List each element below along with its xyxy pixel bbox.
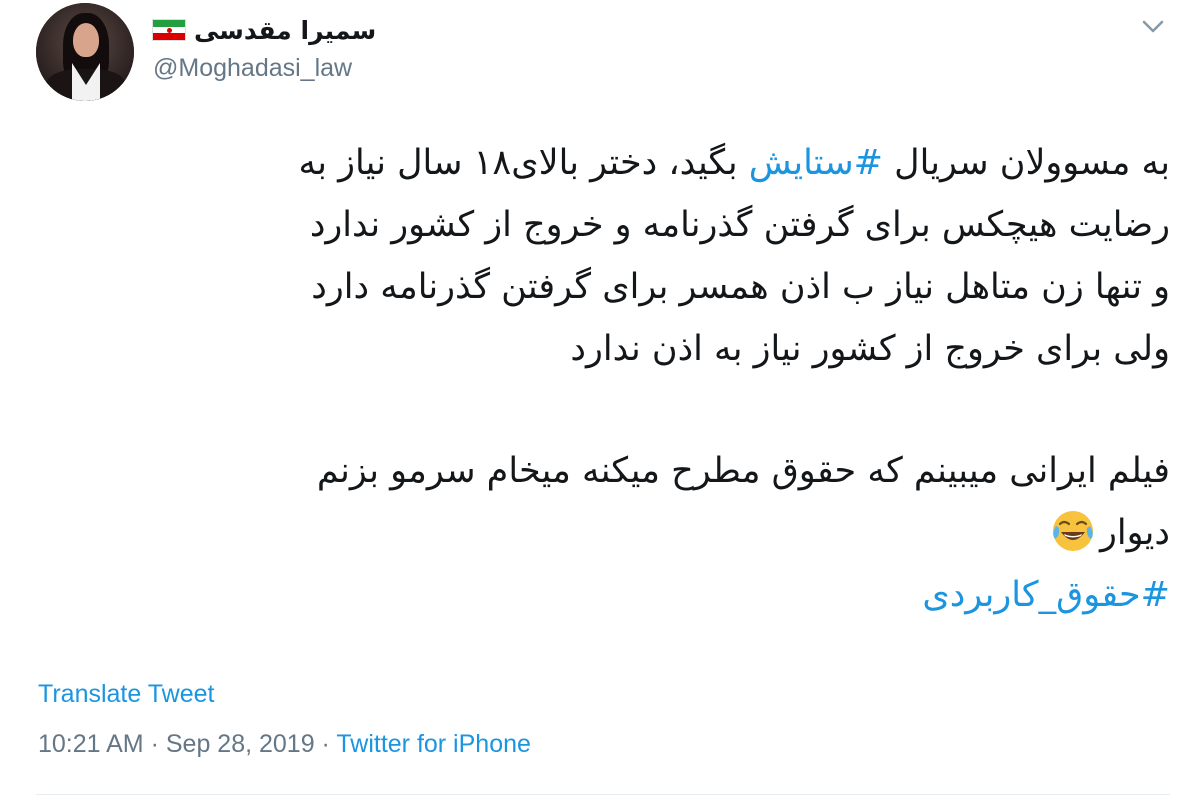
author-name-row[interactable]: سمیرا مقدسی <box>152 12 376 48</box>
tweet-card: سمیرا مقدسی @Moghadasi_law به مسوولان سر… <box>0 0 1200 800</box>
avatar[interactable] <box>36 3 134 101</box>
display-name[interactable]: سمیرا مقدسی <box>194 16 376 45</box>
user-handle[interactable]: @Moghadasi_law <box>153 54 352 83</box>
tweet-text: به مسوولان سریال #ستایش بگید، دختر بالای… <box>70 132 1170 626</box>
tweet-date[interactable]: Sep 28, 2019 <box>166 730 315 758</box>
hashtag-link[interactable]: #حقوق_کاربردی <box>70 564 1170 626</box>
tweet-line: فیلم ایرانی میبینم که حقوق مطرح میکنه می… <box>316 451 1170 491</box>
tweet-meta: 10:21 AM · Sep 28, 2019 · Twitter for iP… <box>38 730 531 758</box>
divider <box>36 794 1170 795</box>
tweet-line: به مسوولان سریال #ستایش بگید، دختر بالای… <box>298 143 1170 183</box>
translate-tweet-link[interactable]: Translate Tweet <box>38 680 214 709</box>
tweet-line: و تنها زن متاهل نیاز ب اذن همسر برای گرف… <box>311 267 1170 307</box>
tweet-source-link[interactable]: Twitter for iPhone <box>336 730 531 758</box>
hashtag-link[interactable]: #ستایش <box>749 143 883 183</box>
iran-flag-icon <box>152 19 186 41</box>
tweet-time[interactable]: 10:21 AM <box>38 730 144 758</box>
tweet-line: رضایت هیچکس برای گرفتن گذرنامه و خروج از… <box>309 205 1170 245</box>
face-with-tears-of-joy-icon <box>1050 508 1096 554</box>
tweet-line: دیوار <box>70 502 1170 564</box>
tweet-line: ولی برای خروج از کشور نیاز به اذن ندارد <box>570 329 1170 369</box>
chevron-down-icon[interactable] <box>1136 10 1170 44</box>
